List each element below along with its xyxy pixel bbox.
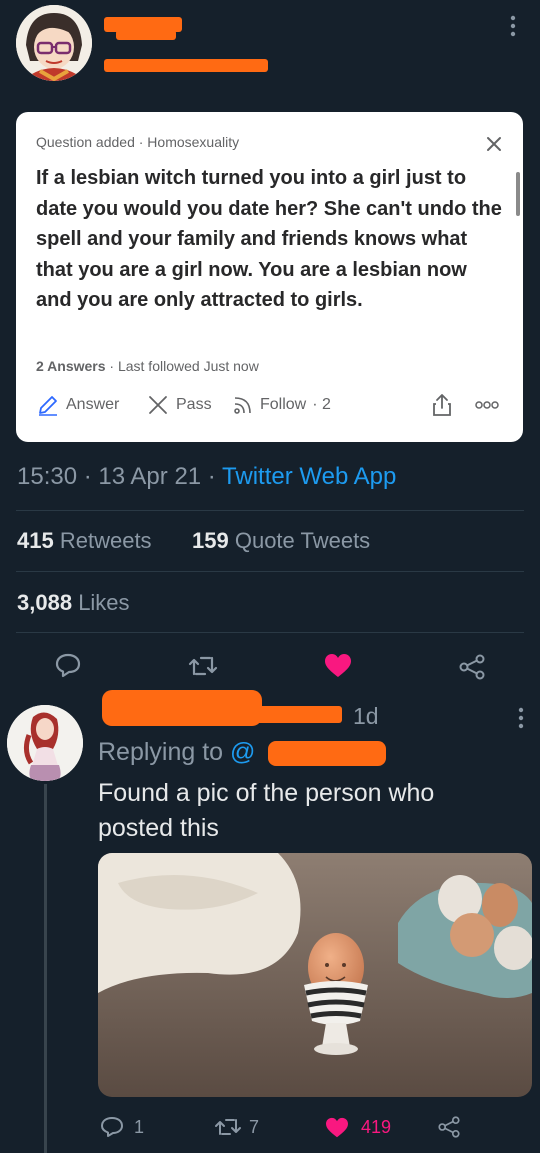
likes-label: Likes: [78, 590, 130, 615]
answer-button[interactable]: Answer: [36, 393, 119, 417]
close-icon[interactable]: [486, 136, 502, 152]
retweets-stat[interactable]: 415 Retweets: [17, 528, 152, 554]
more-options-icon[interactable]: [508, 14, 518, 38]
reply-thread-line: [44, 784, 47, 1153]
rss-follow-icon: [234, 397, 251, 414]
quoted-question-card: Question added · Homosexuality If a lesb…: [16, 112, 523, 442]
answer-label: Answer: [66, 396, 120, 413]
reply-author-avatar[interactable]: [7, 705, 83, 781]
retweets-count: 415: [17, 528, 54, 553]
quote-tweets-stat[interactable]: 159 Quote Tweets: [192, 528, 370, 554]
replying-to-label: Replying to: [98, 738, 224, 766]
follow-question-button[interactable]: Follow · 2: [232, 393, 331, 417]
reply-reply-icon[interactable]: [100, 1116, 124, 1138]
pass-button[interactable]: Pass: [146, 393, 212, 417]
divider: [16, 510, 524, 511]
replying-to-line: Replying to @: [98, 738, 255, 767]
like-icon[interactable]: [324, 653, 352, 679]
replying-to-handle[interactable]: @: [230, 738, 255, 766]
author-avatar[interactable]: [16, 5, 92, 81]
reply-avatar-image: [7, 705, 83, 781]
reply-icon[interactable]: [54, 652, 82, 678]
question-info: 2 Answers · Last followed Just now: [36, 358, 259, 374]
retweets-label: Retweets: [59, 528, 152, 553]
more-horizontal-icon[interactable]: [474, 399, 500, 411]
pass-icon: [149, 396, 167, 414]
author-avatar-image: [16, 5, 92, 81]
likes-count: 3,088: [17, 590, 73, 615]
tweet-timestamp[interactable]: 15:30 · 13 Apr 21 ·: [17, 463, 216, 490]
redacted-reply-handle: [240, 706, 342, 723]
redacted-reply-name: [102, 690, 262, 726]
answers-count[interactable]: 2 Answers: [36, 358, 106, 374]
pencil-icon: [39, 396, 57, 416]
follow-label: Follow: [260, 396, 307, 413]
reply-media[interactable]: [98, 853, 532, 1097]
question-meta: Question added · Homosexuality: [36, 134, 240, 150]
question-text: If a lesbian witch turned you into a gir…: [36, 167, 502, 312]
reply-reply-count: 1: [134, 1117, 145, 1137]
egg-photo: [98, 853, 532, 1097]
reply-text: Found a pic of the person who posted thi…: [98, 779, 435, 842]
redacted-display-name-2: [116, 30, 176, 40]
reply-time[interactable]: 1d: [353, 703, 379, 730]
tweet-source[interactable]: Twitter Web App: [222, 463, 396, 490]
quotes-count: 159: [192, 528, 229, 553]
tweet-timestamp-line: 15:30 · 13 Apr 21 · Twitter Web App: [17, 463, 396, 491]
share-icon[interactable]: [458, 654, 486, 680]
follow-count: · 2: [312, 396, 331, 413]
reply-share-icon[interactable]: [437, 1116, 461, 1138]
reply-retweet-icon[interactable]: [214, 1117, 242, 1137]
redacted-handle: [104, 59, 268, 72]
likes-stat[interactable]: 3,088 Likes: [17, 590, 130, 616]
quotes-label: Quote Tweets: [234, 528, 371, 553]
card-scrollbar: [516, 172, 520, 216]
reply-like-icon[interactable]: [325, 1117, 349, 1139]
divider: [16, 632, 524, 633]
pass-label: Pass: [176, 396, 212, 413]
last-followed: · Last followed Just now: [109, 358, 259, 374]
divider: [16, 571, 524, 572]
reply-retweet-count: 7: [249, 1117, 260, 1137]
reply-like-count: 419: [361, 1117, 392, 1137]
redacted-replying-handle: [268, 741, 386, 766]
retweet-icon[interactable]: [187, 654, 219, 678]
question-actions: Answer Pass Follow · 2: [36, 393, 506, 417]
reply-more-options-icon[interactable]: [516, 706, 526, 730]
share-icon[interactable]: [432, 393, 452, 417]
